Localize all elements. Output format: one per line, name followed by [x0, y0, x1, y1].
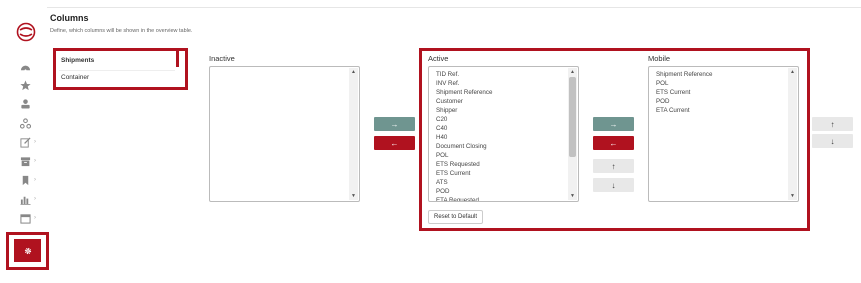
list-item[interactable]: ETS Current	[436, 169, 578, 178]
list-item[interactable]: ETA Current	[656, 106, 798, 115]
archive-icon	[20, 156, 31, 166]
mobile-move-up-button[interactable]: ↑	[812, 117, 853, 131]
inactive-list[interactable]: ▲ ▼	[209, 66, 360, 202]
scroll-down-icon[interactable]: ▼	[349, 192, 358, 200]
list-item[interactable]: ETS Current	[656, 88, 798, 97]
tab-divider	[59, 70, 175, 71]
move-to-inactive-button[interactable]: ←	[374, 136, 415, 150]
chevron-right-icon: ›	[34, 177, 36, 183]
scroll-down-icon[interactable]: ▼	[788, 192, 797, 200]
list-item[interactable]: POL	[656, 79, 798, 88]
active-move-down-button[interactable]: ↓	[593, 178, 634, 192]
network-icon	[20, 117, 31, 129]
sidebar-item-edit[interactable]: ›	[20, 136, 42, 148]
reset-to-default-button[interactable]: Reset to Default	[428, 210, 483, 224]
list-item[interactable]: POL	[436, 151, 578, 160]
scroll-up-icon[interactable]: ▲	[788, 68, 797, 76]
list-item[interactable]: ETS Requested	[436, 160, 578, 169]
tab-active-indicator	[176, 51, 179, 67]
list-item[interactable]: ATS	[436, 178, 578, 187]
move-to-mobile-button[interactable]: →	[593, 117, 634, 131]
calendar-icon	[20, 213, 31, 224]
active-move-up-button[interactable]: ↑	[593, 159, 634, 173]
dashboard-icon	[20, 65, 31, 71]
mobile-list[interactable]: Shipment Reference POL ETS Current POD ETA C…	[648, 66, 799, 202]
chevron-right-icon: ›	[34, 139, 36, 145]
bar-chart-icon	[20, 196, 31, 205]
mobile-label: Mobile	[648, 54, 671, 63]
sidebar-item-users[interactable]	[20, 97, 42, 109]
scroll-thumb[interactable]	[569, 77, 576, 157]
mobile-items: Shipment Reference POL ETS Current POD ETA C…	[649, 67, 798, 115]
list-item[interactable]: Customer	[436, 97, 578, 106]
user-badge-icon	[21, 98, 30, 109]
inactive-items	[210, 67, 359, 70]
sidebar-item-bookmarks[interactable]: ›	[20, 174, 42, 186]
active-items: TID Ref. INV Ref. Shipment Reference Custom…	[429, 67, 578, 201]
scroll-down-icon[interactable]: ▼	[568, 192, 577, 200]
chevron-right-icon: ›	[34, 215, 36, 221]
mobile-move-down-button[interactable]: ↓	[812, 134, 853, 148]
sidebar-item-calendar[interactable]: ›	[20, 212, 42, 224]
sidebar-item-dashboard[interactable]	[20, 61, 42, 73]
inactive-label: Inactive	[209, 54, 235, 63]
star-icon	[20, 79, 31, 90]
bookmark-icon	[22, 175, 29, 185]
list-item[interactable]: TID Ref.	[436, 70, 578, 79]
tab-shipments[interactable]: Shipments	[61, 57, 94, 64]
inactive-scrollbar[interactable]: ▲ ▼	[349, 68, 358, 200]
chevron-right-icon: ›	[34, 196, 36, 202]
active-label: Active	[428, 54, 449, 63]
list-item[interactable]: INV Ref.	[436, 79, 578, 88]
list-item[interactable]: ETA Requested	[436, 196, 578, 201]
sidebar-item-network[interactable]	[20, 117, 42, 129]
list-item[interactable]: POD	[436, 187, 578, 196]
chevron-right-icon: ›	[34, 158, 36, 164]
sidebar-item-reports[interactable]: ›	[20, 193, 42, 205]
active-scrollbar[interactable]: ▲ ▼	[568, 68, 577, 200]
move-to-active-button[interactable]: →	[374, 117, 415, 131]
list-item[interactable]: Shipment Reference	[436, 88, 578, 97]
page-subtitle: Define, which columns will be shown in t…	[50, 28, 193, 34]
scroll-up-icon[interactable]: ▲	[568, 68, 577, 76]
mobile-scrollbar[interactable]: ▲ ▼	[788, 68, 797, 200]
remove-from-mobile-button[interactable]: ←	[593, 136, 634, 150]
list-item[interactable]: Shipment Reference	[656, 70, 798, 79]
brand-logo-icon[interactable]	[16, 22, 36, 42]
sidebar: › › › › ›	[0, 0, 49, 283]
list-item[interactable]: Document Closing	[436, 142, 578, 151]
settings-highlight	[6, 232, 49, 270]
sidebar-item-favorites[interactable]	[20, 79, 42, 91]
list-item[interactable]: C20	[436, 115, 578, 124]
settings-button[interactable]	[14, 239, 41, 262]
list-item[interactable]: POD	[656, 97, 798, 106]
list-item[interactable]: Shipper	[436, 106, 578, 115]
scroll-up-icon[interactable]: ▲	[349, 68, 358, 76]
gear-icon	[24, 247, 31, 254]
entity-tabs: Shipments Container	[53, 48, 188, 90]
top-divider	[47, 7, 861, 8]
tab-container[interactable]: Container	[61, 74, 89, 81]
list-item[interactable]: H40	[436, 133, 578, 142]
list-item[interactable]: C40	[436, 124, 578, 133]
edit-icon	[20, 136, 31, 148]
sidebar-item-archive[interactable]: ›	[20, 155, 42, 167]
page-title: Columns	[50, 13, 89, 23]
active-list[interactable]: TID Ref. INV Ref. Shipment Reference Custom…	[428, 66, 579, 202]
